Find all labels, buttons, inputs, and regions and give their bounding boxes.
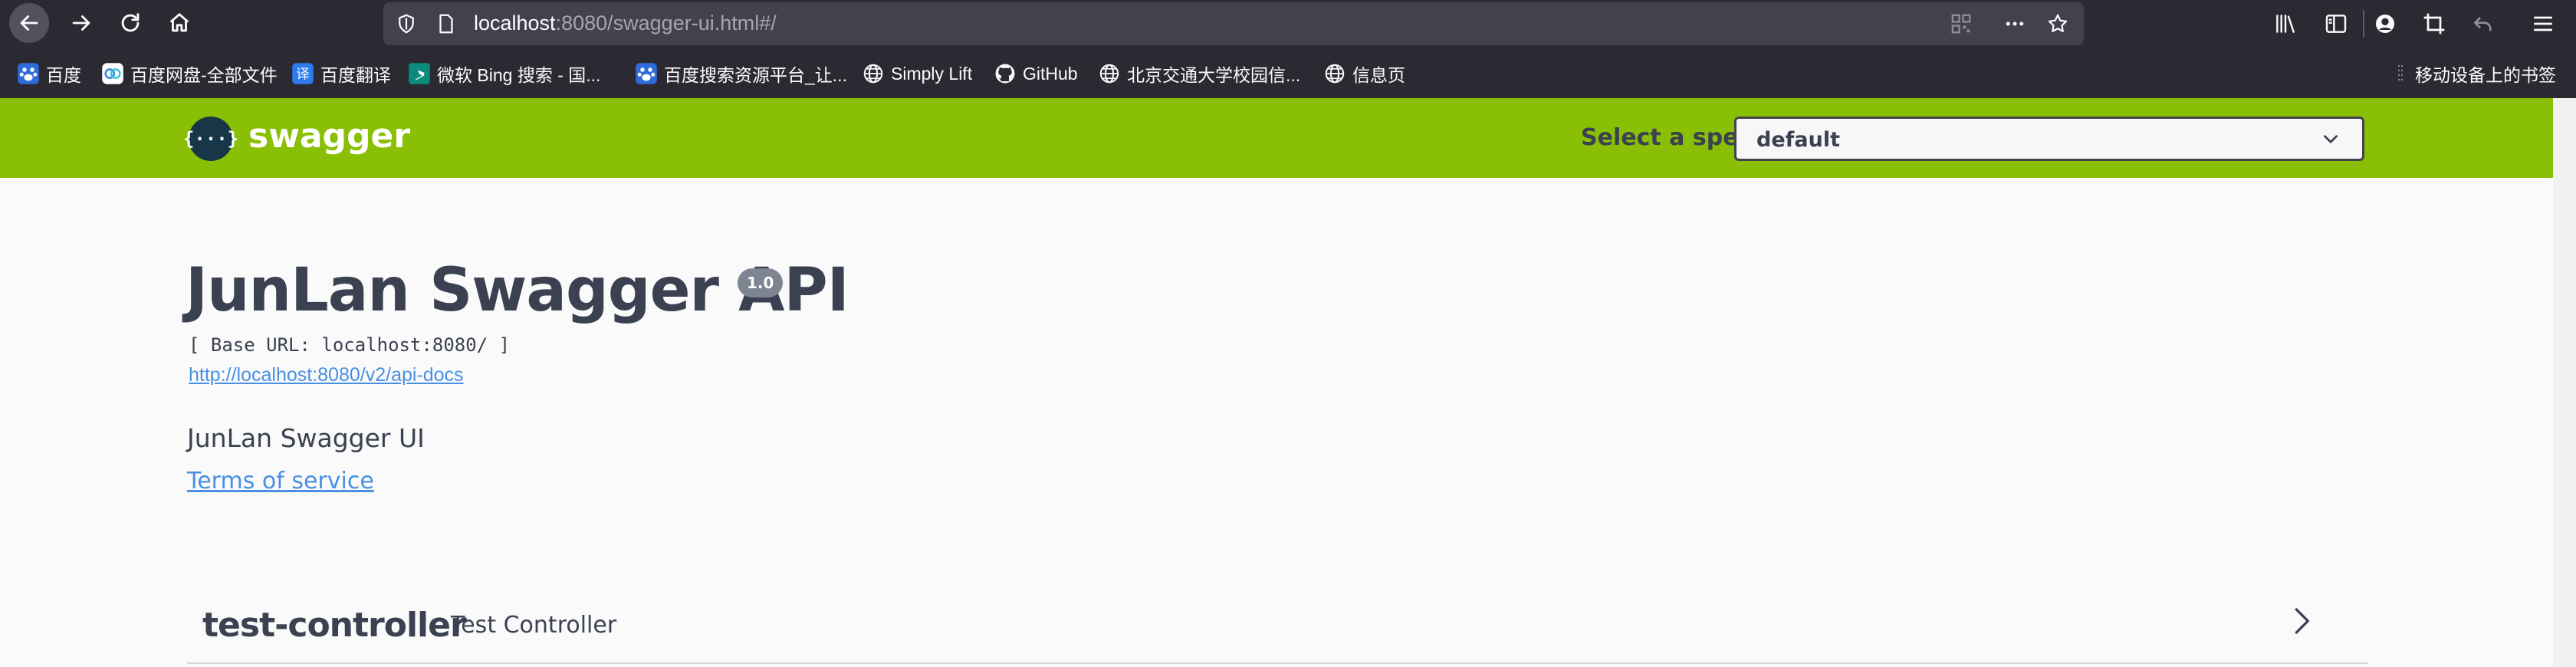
terms-of-service-link[interactable]: Terms of service bbox=[187, 468, 374, 495]
url-text[interactable]: localhost:8080/swagger-ui.html#/ bbox=[474, 12, 777, 35]
page-scrollbar[interactable] bbox=[2553, 98, 2576, 667]
spec-select[interactable]: default bbox=[1734, 117, 2364, 161]
globe-icon bbox=[1323, 62, 1346, 85]
mobile-bookmarks-label: 移动设备上的书签 bbox=[2415, 65, 2556, 85]
qr-code-icon[interactable] bbox=[1949, 12, 1973, 36]
shield-icon[interactable] bbox=[394, 12, 419, 36]
bookmark-label: 微软 Bing 搜索 - 国... bbox=[437, 65, 601, 85]
bookmark-item[interactable]: 百度 bbox=[17, 61, 81, 86]
bookmark-label: Simply Lift bbox=[891, 63, 973, 84]
undo-icon[interactable] bbox=[2470, 11, 2496, 37]
globe-icon bbox=[862, 62, 885, 85]
bookmark-label: 百度网盘-全部文件 bbox=[130, 65, 278, 85]
base-url: [ Base URL: localhost:8080/ ] bbox=[189, 334, 511, 356]
account-icon[interactable] bbox=[2372, 11, 2398, 37]
url-bar[interactable]: localhost:8080/swagger-ui.html#/ bbox=[383, 2, 2364, 45]
swagger-topbar: {···} swagger Select a spec default bbox=[0, 98, 2553, 178]
sidebar-icon[interactable] bbox=[2323, 11, 2349, 37]
chevron-down-icon bbox=[2324, 135, 2338, 143]
bookmark-item[interactable]: 百度搜索资源平台_让... bbox=[635, 61, 847, 86]
select-spec-label: Select a spec bbox=[1581, 124, 1753, 151]
swagger-logo-glyph: {···} bbox=[182, 128, 239, 150]
bookmark-item[interactable]: 百度网盘-全部文件 bbox=[101, 61, 278, 86]
home-button[interactable] bbox=[159, 3, 199, 43]
library-icon[interactable] bbox=[2272, 11, 2298, 37]
version-badge: 1.0 bbox=[738, 268, 784, 297]
menu-icon[interactable] bbox=[2530, 11, 2556, 37]
bookmark-label: 百度 bbox=[46, 65, 81, 85]
globe-icon bbox=[1098, 62, 1121, 85]
bing-icon bbox=[408, 62, 431, 85]
bookmark-item[interactable]: 译 百度翻译 bbox=[291, 61, 391, 86]
bookmark-label: 百度翻译 bbox=[320, 65, 391, 85]
tag-description: Test Controller bbox=[451, 612, 617, 639]
tag-name: test-controller bbox=[202, 606, 467, 645]
swagger-logo-icon[interactable]: {···} bbox=[183, 117, 238, 161]
reload-button[interactable] bbox=[110, 3, 150, 43]
forward-arrow-icon bbox=[72, 15, 90, 31]
browser-toolbar: localhost:8080/swagger-ui.html#/ bbox=[0, 0, 2576, 48]
bookmark-item[interactable]: 信息页 bbox=[1323, 61, 1405, 86]
back-button[interactable] bbox=[9, 3, 49, 43]
baidu-paw-icon bbox=[17, 62, 40, 85]
reload-icon bbox=[121, 13, 140, 32]
url-separator bbox=[2363, 10, 2364, 38]
baidu-paw-icon bbox=[635, 62, 658, 85]
forward-button[interactable] bbox=[61, 3, 101, 43]
swagger-brand[interactable]: swagger bbox=[248, 117, 410, 156]
folder-icon bbox=[2397, 63, 2409, 84]
api-docs-link[interactable]: http://localhost:8080/v2/api-docs bbox=[189, 364, 464, 386]
bookmark-star-icon[interactable] bbox=[2045, 12, 2070, 36]
mobile-bookmarks[interactable]: 移动设备上的书签 bbox=[2397, 61, 2556, 86]
more-actions-icon[interactable] bbox=[2003, 12, 2027, 36]
screenshot-crop-icon[interactable] bbox=[2421, 11, 2447, 37]
baidu-translate-icon: 译 bbox=[291, 62, 314, 85]
svg-text:译: 译 bbox=[296, 67, 310, 82]
bookmarks-bar: 百度 百度网盘-全部文件 译 百度翻译 微软 Bing 搜索 - 国... 百度… bbox=[0, 48, 2576, 98]
spec-select-value: default bbox=[1756, 128, 1840, 152]
bookmark-item[interactable]: 北京交通大学校园信... bbox=[1098, 61, 1300, 86]
github-icon bbox=[994, 62, 1017, 85]
url-host: localhost bbox=[474, 12, 556, 34]
page-icon[interactable] bbox=[434, 12, 458, 36]
bookmark-label: GitHub bbox=[1023, 63, 1078, 84]
bookmark-label: 信息页 bbox=[1352, 65, 1405, 85]
back-arrow-icon bbox=[20, 15, 38, 31]
bookmark-item[interactable]: 微软 Bing 搜索 - 国... bbox=[408, 61, 600, 86]
api-description: JunLan Swagger UI bbox=[187, 423, 425, 453]
tag-section-test-controller[interactable]: test-controller Test Controller bbox=[187, 587, 2367, 664]
url-path: :8080/swagger-ui.html#/ bbox=[555, 12, 777, 34]
bookmark-item[interactable]: GitHub bbox=[994, 61, 1078, 86]
chevron-right-icon[interactable] bbox=[2286, 606, 2317, 636]
bookmark-label: 北京交通大学校园信... bbox=[1127, 65, 1301, 85]
home-icon bbox=[169, 13, 189, 32]
bookmark-item[interactable]: Simply Lift bbox=[862, 61, 972, 86]
baidu-cloud-icon bbox=[101, 62, 124, 85]
bookmark-label: 百度搜索资源平台_让... bbox=[664, 65, 847, 85]
